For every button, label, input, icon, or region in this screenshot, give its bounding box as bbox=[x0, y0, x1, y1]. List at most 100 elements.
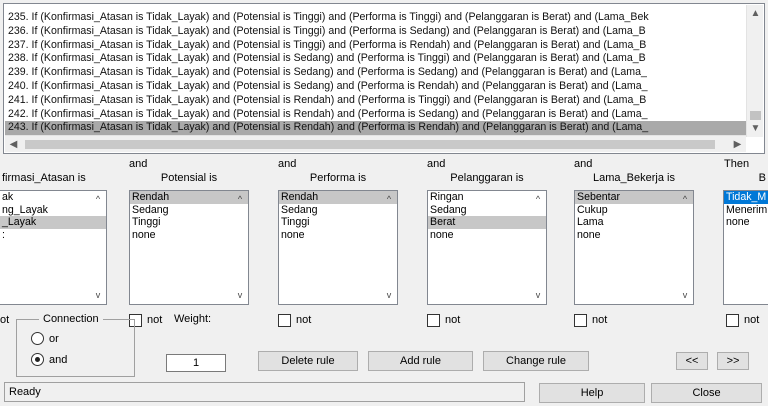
scroll-right-icon[interactable]: ▶ bbox=[729, 136, 746, 153]
and-label: and bbox=[278, 158, 297, 170]
chevron-down-icon[interactable]: v bbox=[92, 289, 104, 301]
rule-line[interactable]: 235. If (Konfirmasi_Atasan is Tidak_Laya… bbox=[5, 11, 747, 25]
column-potensial: and Potensial is Rendah Sedang Tinggi no… bbox=[129, 158, 249, 327]
list-item[interactable]: Tinggi bbox=[130, 216, 248, 229]
weight-label: Weight: bbox=[174, 313, 212, 325]
konfirmasi-atasan-listbox[interactable]: ak ng_Layak _Layak : ^ v bbox=[0, 190, 107, 305]
rule-line[interactable]: 237. If (Konfirmasi_Atasan is Tidak_Laya… bbox=[5, 39, 747, 53]
potensial-listbox[interactable]: Rendah Sedang Tinggi none ^ v bbox=[129, 190, 249, 305]
list-item[interactable]: Lama bbox=[575, 216, 693, 229]
close-button[interactable]: Close bbox=[651, 383, 762, 403]
list-item[interactable]: : bbox=[0, 229, 106, 242]
rule-line[interactable]: 242. If (Konfirmasi_Atasan is Tidak_Laya… bbox=[5, 108, 747, 122]
list-item-selected[interactable]: _Layak bbox=[0, 216, 106, 229]
scroll-thumb[interactable] bbox=[25, 140, 715, 149]
column-konfirmasi-atasan: firmasi_Atasan is ak ng_Layak _Layak : ^… bbox=[0, 158, 107, 326]
radio-button[interactable] bbox=[31, 332, 44, 345]
rules-horizontal-scrollbar[interactable]: ◀ ▶ bbox=[5, 135, 746, 152]
list-item[interactable]: ng_Layak bbox=[0, 204, 106, 217]
next-rule-button[interactable]: >> bbox=[717, 352, 749, 370]
column-title: firmasi_Atasan is bbox=[2, 172, 86, 184]
list-item-selected[interactable]: Tidak_M bbox=[724, 191, 768, 204]
list-item-selected[interactable]: Berat bbox=[428, 216, 546, 229]
column-title: Lama_Bekerja is bbox=[593, 172, 675, 184]
chevron-up-icon[interactable]: ^ bbox=[92, 193, 104, 205]
column-performa: and Performa is Rendah Sedang Tinggi non… bbox=[278, 158, 398, 327]
rule-line-selected[interactable]: 243. If (Konfirmasi_Atasan is Tidak_Laya… bbox=[5, 121, 747, 136]
scroll-down-icon[interactable]: ▼ bbox=[747, 120, 764, 137]
and-label: and bbox=[129, 158, 148, 170]
list-item[interactable]: none bbox=[724, 216, 768, 229]
not-checkbox-row[interactable]: not bbox=[574, 313, 607, 327]
rules-vertical-scrollbar[interactable]: ▲ ▼ bbox=[746, 5, 763, 137]
status-bar: Ready bbox=[4, 382, 525, 402]
list-item[interactable]: Sedang bbox=[130, 204, 248, 217]
not-label: not bbox=[296, 314, 312, 326]
rules-lines: 235. If (Konfirmasi_Atasan is Tidak_Laya… bbox=[5, 11, 747, 137]
lama-bekerja-listbox[interactable]: Sebentar Cukup Lama none ^ v bbox=[574, 190, 694, 305]
scroll-up-icon[interactable]: ▲ bbox=[747, 5, 764, 22]
column-lama-bekerja: and Lama_Bekerja is Sebentar Cukup Lama … bbox=[574, 158, 694, 327]
chevron-down-icon[interactable]: v bbox=[234, 289, 246, 301]
not-checkbox-row[interactable]: not bbox=[278, 313, 311, 327]
rule-line[interactable]: 236. If (Konfirmasi_Atasan is Tidak_Laya… bbox=[5, 25, 747, 39]
radio-button-checked[interactable] bbox=[31, 353, 44, 366]
list-item-selected[interactable]: Rendah bbox=[279, 191, 397, 204]
chevron-down-icon[interactable]: v bbox=[532, 289, 544, 301]
scroll-left-icon[interactable]: ◀ bbox=[5, 136, 22, 153]
list-item-selected[interactable]: Sebentar bbox=[575, 191, 693, 204]
list-item[interactable]: Menerim bbox=[724, 204, 768, 217]
column-output: Then B Tidak_M Menerim none not bbox=[723, 158, 768, 327]
list-item[interactable]: none bbox=[575, 229, 693, 242]
not-checkbox-row[interactable]: not bbox=[726, 313, 759, 327]
column-title: B bbox=[758, 172, 766, 184]
and-label: and bbox=[427, 158, 446, 170]
change-rule-button[interactable]: Change rule bbox=[483, 351, 589, 371]
weight-input[interactable]: 1 bbox=[166, 354, 226, 372]
connection-title: Connection bbox=[39, 313, 103, 325]
list-item[interactable]: Tinggi bbox=[279, 216, 397, 229]
then-label: Then bbox=[724, 158, 750, 170]
rules-listbox[interactable]: 235. If (Konfirmasi_Atasan is Tidak_Laya… bbox=[3, 3, 765, 154]
list-item[interactable]: ak bbox=[0, 191, 106, 204]
not-checkbox[interactable] bbox=[427, 313, 440, 327]
radio-label: or bbox=[49, 332, 59, 345]
not-label: not bbox=[744, 314, 760, 326]
rule-line[interactable]: 240. If (Konfirmasi_Atasan is Tidak_Laya… bbox=[5, 80, 747, 94]
previous-rule-button[interactable]: << bbox=[676, 352, 708, 370]
not-label: ot bbox=[0, 314, 10, 326]
radio-and[interactable]: and bbox=[31, 353, 67, 366]
chevron-up-icon[interactable]: ^ bbox=[383, 193, 395, 205]
chevron-up-icon[interactable]: ^ bbox=[234, 193, 246, 205]
list-item[interactable]: none bbox=[428, 229, 546, 242]
delete-rule-button[interactable]: Delete rule bbox=[258, 351, 358, 371]
chevron-down-icon[interactable]: v bbox=[679, 289, 691, 301]
list-item[interactable]: Cukup bbox=[575, 204, 693, 217]
chevron-down-icon[interactable]: v bbox=[383, 289, 395, 301]
not-checkbox-row[interactable]: not bbox=[427, 313, 460, 327]
list-item-selected[interactable]: Rendah bbox=[130, 191, 248, 204]
performa-listbox[interactable]: Rendah Sedang Tinggi none ^ v bbox=[278, 190, 398, 305]
not-checkbox[interactable] bbox=[278, 313, 291, 327]
not-checkbox-row[interactable]: ot bbox=[0, 313, 9, 327]
radio-or[interactable]: or bbox=[31, 332, 59, 345]
list-item[interactable]: Sedang bbox=[428, 204, 546, 217]
not-checkbox[interactable] bbox=[574, 313, 587, 327]
chevron-up-icon[interactable]: ^ bbox=[679, 193, 691, 205]
add-rule-button[interactable]: Add rule bbox=[368, 351, 473, 371]
chevron-up-icon[interactable]: ^ bbox=[532, 193, 544, 205]
rule-line[interactable]: 238. If (Konfirmasi_Atasan is Tidak_Laya… bbox=[5, 52, 747, 66]
output-listbox[interactable]: Tidak_M Menerim none bbox=[723, 190, 768, 305]
help-button[interactable]: Help bbox=[539, 383, 645, 403]
radio-label: and bbox=[49, 353, 68, 366]
list-item[interactable]: Ringan bbox=[428, 191, 546, 204]
list-item[interactable]: Sedang bbox=[279, 204, 397, 217]
scroll-thumb[interactable] bbox=[750, 111, 761, 120]
rule-line[interactable]: 239. If (Konfirmasi_Atasan is Tidak_Laya… bbox=[5, 66, 747, 80]
pelanggaran-listbox[interactable]: Ringan Sedang Berat none ^ v bbox=[427, 190, 547, 305]
rule-line[interactable]: 241. If (Konfirmasi_Atasan is Tidak_Laya… bbox=[5, 94, 747, 108]
not-checkbox[interactable] bbox=[726, 313, 739, 327]
not-label: not bbox=[445, 314, 461, 326]
list-item[interactable]: none bbox=[130, 229, 248, 242]
list-item[interactable]: none bbox=[279, 229, 397, 242]
